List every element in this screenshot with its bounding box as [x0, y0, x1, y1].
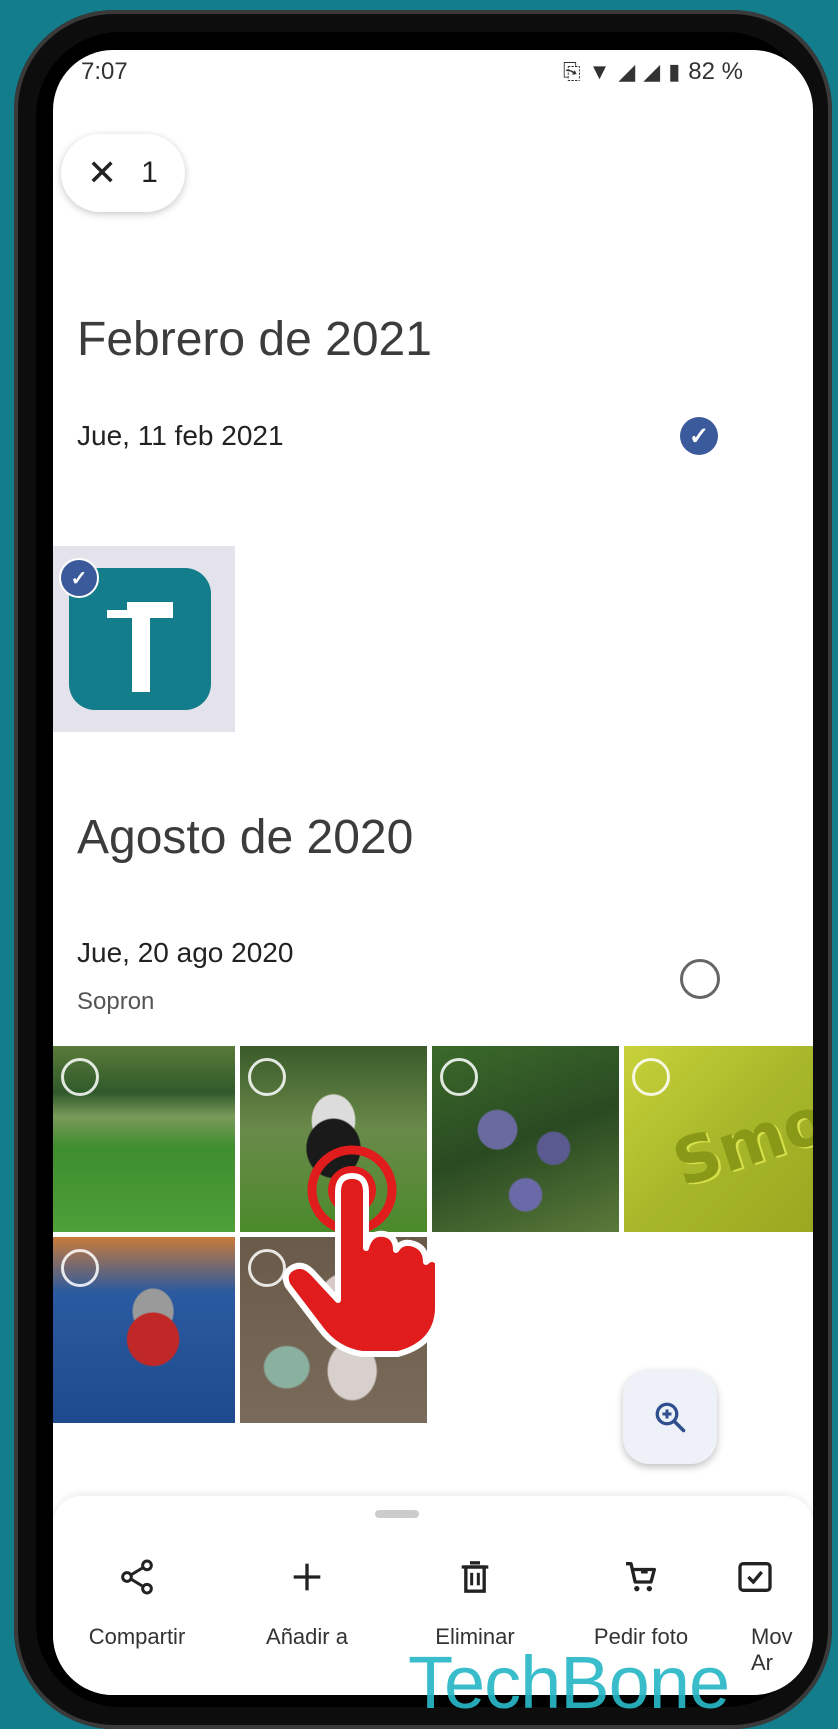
close-icon[interactable]: ✕	[87, 155, 117, 191]
order-photo-action[interactable]: Pedir foto	[561, 1552, 721, 1650]
move-archive-label: Mov Ar	[751, 1624, 793, 1675]
delete-action[interactable]: Eliminar	[395, 1552, 555, 1650]
cast-icon: ⎘	[562, 59, 581, 84]
photo-thumbnail[interactable]: Smoby	[624, 1046, 813, 1232]
share-action[interactable]: Compartir	[57, 1552, 217, 1650]
status-time: 7:07	[81, 58, 128, 85]
status-bar: 7:07 ⎘ ▼ ◢ ◢ ▮ 82 %	[53, 50, 813, 100]
signal-roaming-icon: ◢	[643, 59, 661, 84]
zoom-in-icon	[655, 1402, 686, 1433]
tap-hand-icon	[282, 1145, 440, 1357]
month-header: Agosto de 2020	[77, 811, 414, 864]
battery-icon: ▮	[668, 59, 681, 84]
selection-count: 1	[141, 156, 158, 189]
share-label: Compartir	[88, 1624, 186, 1649]
battery-level: 82 %	[688, 58, 743, 85]
photo-select-circle[interactable]	[632, 1058, 670, 1096]
sheet-handle[interactable]	[375, 1510, 419, 1518]
photo-select-circle[interactable]	[440, 1058, 478, 1096]
day-select-check[interactable]: ✓	[680, 417, 718, 455]
photo-thumbnail[interactable]	[53, 1237, 235, 1423]
photo-select-circle[interactable]	[248, 1058, 286, 1096]
move-archive-action[interactable]: Mov Ar	[729, 1552, 813, 1676]
selection-chip[interactable]: ✕ 1	[61, 134, 185, 212]
photo-select-circle[interactable]	[61, 1058, 99, 1096]
cart-icon	[626, 1562, 656, 1592]
zoom-button[interactable]	[623, 1370, 717, 1464]
techbone-watermark: TechBone	[408, 1641, 730, 1724]
photo-thumbnail[interactable]	[432, 1046, 619, 1232]
share-icon	[121, 1559, 153, 1595]
add-to-label: Añadir a	[266, 1624, 348, 1649]
day-header: Jue, 11 feb 2021	[77, 420, 284, 451]
plus-icon	[293, 1563, 321, 1591]
screen: 7:07 ⎘ ▼ ◢ ◢ ▮ 82 % ✕ 1 Febrero de 2021 …	[53, 50, 813, 1695]
photo-select-circle[interactable]	[61, 1249, 99, 1287]
archive-icon	[738, 1562, 772, 1592]
add-to-action[interactable]: Añadir a	[227, 1552, 387, 1650]
trash-icon	[461, 1561, 489, 1593]
photo-text: Smoby	[664, 1056, 813, 1202]
month-header: Febrero de 2021	[77, 313, 432, 366]
wifi-icon: ▼	[588, 59, 611, 84]
selected-photo[interactable]: ✓	[53, 546, 235, 732]
status-icons: ⎘ ▼ ◢ ◢ ▮ 82 %	[563, 58, 743, 86]
location-label: Sopron	[77, 988, 155, 1015]
signal-icon: ◢	[618, 59, 636, 84]
photo-selected-check[interactable]: ✓	[59, 558, 99, 598]
photo-thumbnail[interactable]	[53, 1046, 235, 1232]
day-header: Jue, 20 ago 2020	[77, 937, 294, 968]
day-select-check[interactable]	[680, 959, 720, 999]
